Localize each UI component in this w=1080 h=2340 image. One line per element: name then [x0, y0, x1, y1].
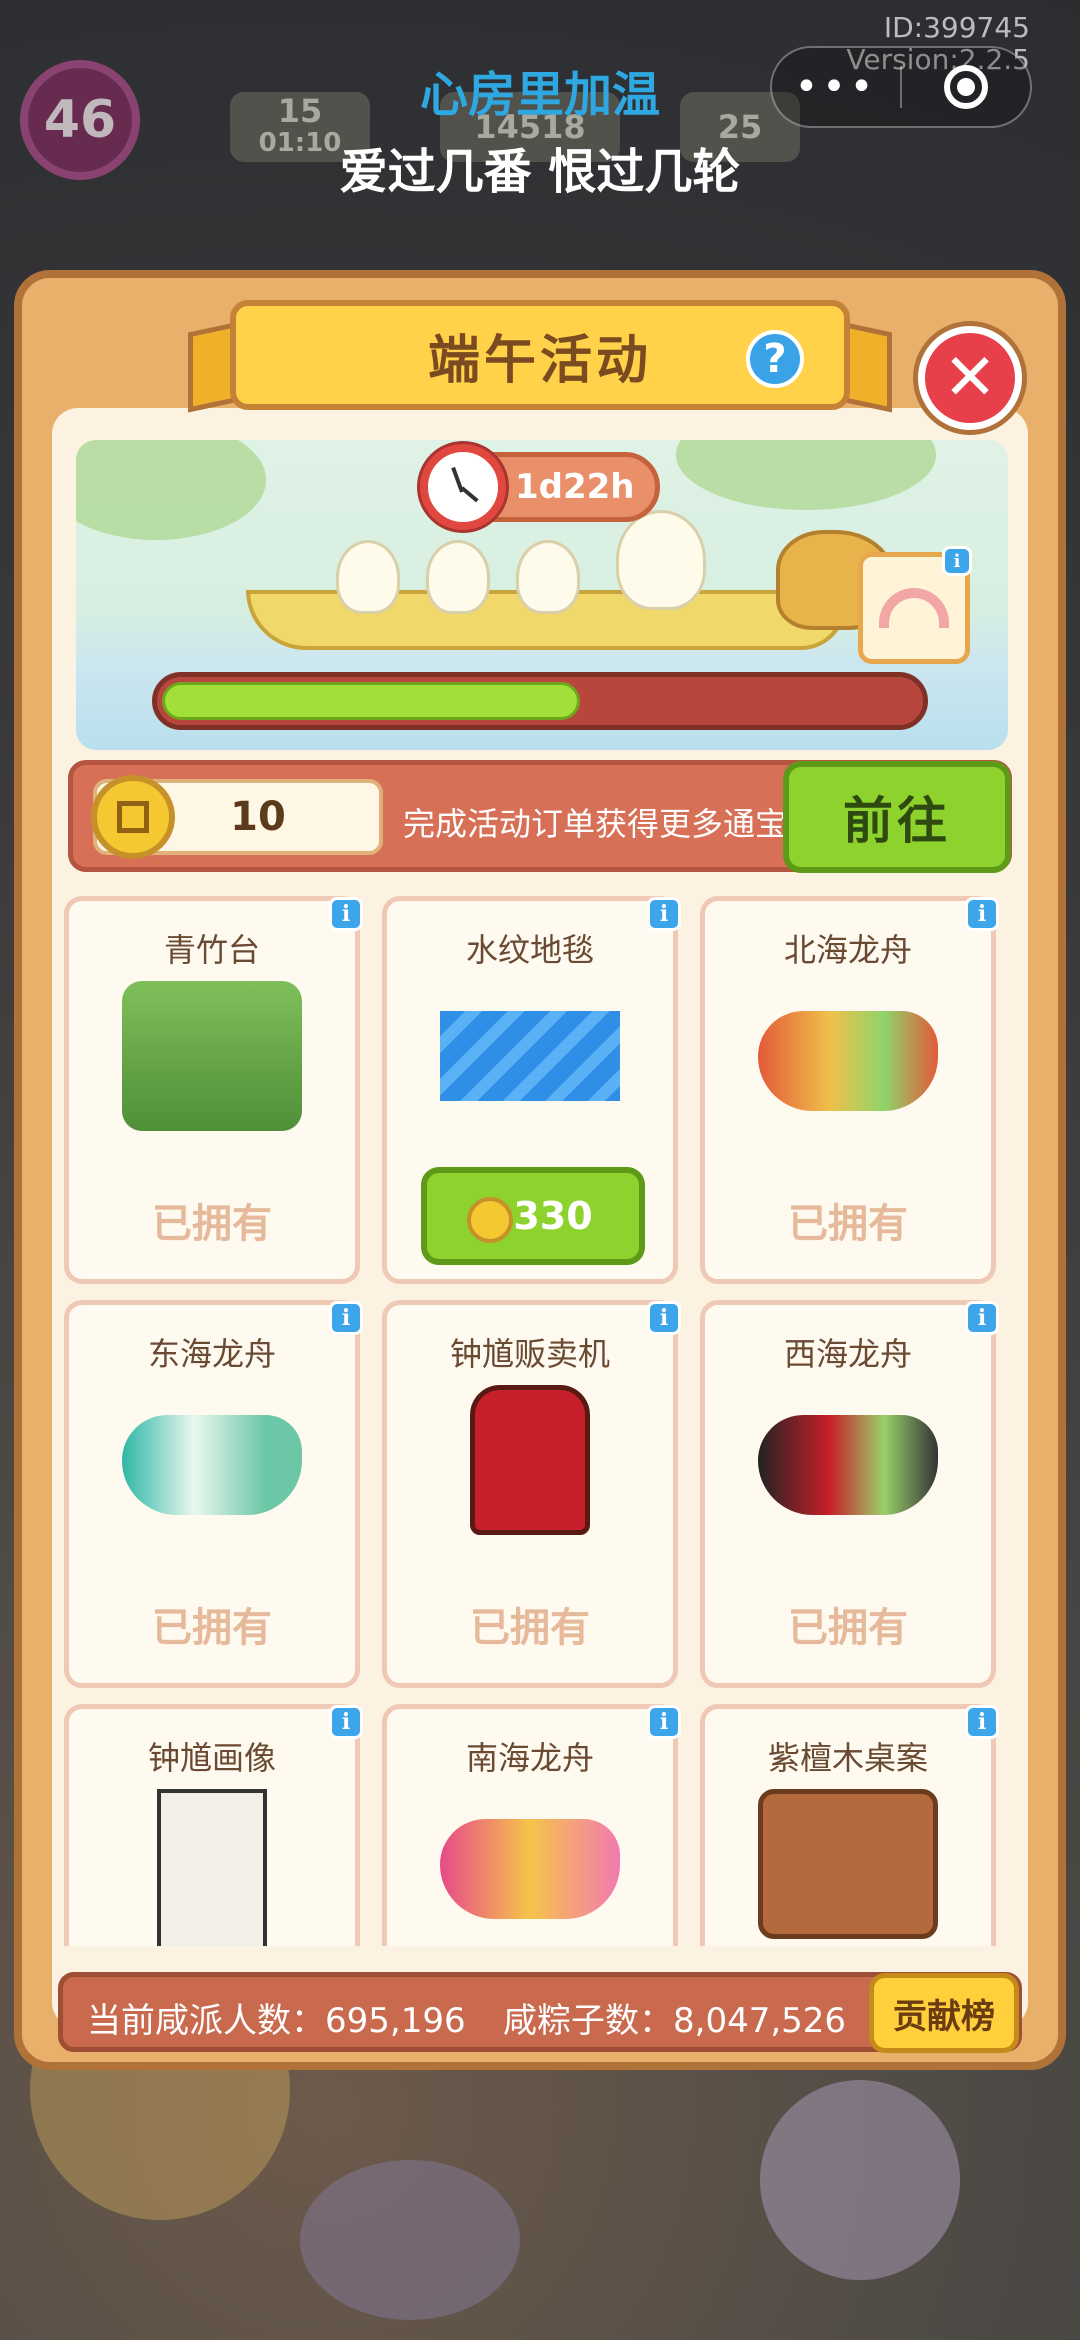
shop-item-card[interactable]: 北海龙舟 i 已拥有 — [700, 896, 999, 1284]
item-name: 青竹台 — [163, 931, 260, 969]
exit-miniprogram-button[interactable] — [902, 65, 1030, 109]
shop-item-card[interactable]: 钟馗贩卖机 i 已拥有 — [382, 1300, 681, 1688]
item-price: 330 — [513, 1194, 593, 1238]
zongzi-rower — [426, 540, 490, 614]
west-sea-dragon-boat-image — [758, 1415, 938, 1515]
zongzi-rower — [616, 510, 706, 610]
event-progress-bar — [152, 672, 928, 730]
event-title-banner: 端午活动 ? — [230, 300, 850, 410]
buy-button[interactable]: 330 — [421, 1167, 645, 1265]
item-name: 西海龙舟 — [783, 1335, 912, 1373]
rosewood-desk-image — [758, 1789, 938, 1939]
info-icon[interactable]: i — [965, 897, 999, 931]
water-carpet-image — [440, 1011, 620, 1101]
event-progress-fill — [162, 682, 580, 720]
song-lyric: 爱过几番 恨过几轮 — [339, 144, 741, 200]
item-name: 钟馗画像 — [147, 1739, 276, 1777]
salty-zongzi-count: 咸粽子数：8,047,526 — [503, 2001, 847, 2041]
clock-icon — [420, 444, 506, 530]
coin-icon — [91, 775, 175, 859]
info-icon[interactable]: i — [329, 897, 363, 931]
info-icon[interactable]: i — [965, 1301, 999, 1335]
shop-item-card[interactable]: 水纹地毯 i 330 — [382, 896, 681, 1284]
question-mark-icon: ? — [763, 336, 787, 382]
shop-item-card[interactable]: 东海龙舟 i 已拥有 — [64, 1300, 363, 1688]
item-name: 东海龙舟 — [147, 1335, 276, 1373]
event-currency-value: 10 — [230, 794, 286, 840]
shop-item-card[interactable]: 紫檀木桌案 i — [700, 1704, 999, 1946]
zongzi-rower — [516, 540, 580, 614]
background-decoration — [760, 2080, 960, 2280]
bamboo-stage-image — [122, 981, 302, 1131]
info-icon[interactable]: i — [329, 1301, 363, 1335]
more-menu-button[interactable]: ••• — [772, 64, 900, 110]
info-icon[interactable]: i — [647, 1301, 681, 1335]
owned-label: 已拥有 — [788, 1605, 908, 1651]
owned-label: 已拥有 — [788, 1201, 908, 1247]
help-button[interactable]: ? — [746, 330, 804, 388]
item-name: 南海龙舟 — [465, 1739, 594, 1777]
info-icon[interactable]: i — [647, 897, 681, 931]
zhongkui-portrait-image — [157, 1789, 267, 1946]
zongzi-rower — [336, 540, 400, 614]
event-currency-bar: 10 完成活动订单获得更多通宝 前往 — [68, 760, 1012, 873]
item-name: 钟馗贩卖机 — [449, 1335, 610, 1373]
coin-icon — [467, 1197, 513, 1243]
bridge-reward-icon — [879, 588, 949, 628]
item-name: 紫檀木桌案 — [767, 1739, 928, 1777]
shop-item-card[interactable]: 西海龙舟 i 已拥有 — [700, 1300, 999, 1688]
salty-faction-count: 当前咸派人数：695,196 — [87, 2001, 466, 2041]
event-title: 端午活动 — [427, 330, 652, 391]
scene-foliage — [676, 440, 936, 510]
event-timer-text: 1d22h — [515, 467, 635, 507]
south-sea-dragon-boat-image — [440, 1819, 620, 1919]
item-name: 北海龙舟 — [783, 931, 912, 969]
player-id: ID:399745 — [883, 11, 1030, 44]
info-icon[interactable]: i — [329, 1705, 363, 1739]
zhongkui-vending-machine-image — [470, 1385, 590, 1535]
close-icon: ✕ — [943, 341, 997, 415]
shop-item-card[interactable]: 南海龙舟 i — [382, 1704, 681, 1946]
miniprogram-capsule: ••• — [770, 46, 1032, 128]
close-button[interactable]: ✕ — [918, 326, 1022, 430]
owned-label: 已拥有 — [152, 1201, 272, 1247]
currency-hint: 完成活动订单获得更多通宝 — [403, 805, 788, 843]
owned-label: 已拥有 — [470, 1605, 590, 1651]
info-icon[interactable]: i — [647, 1705, 681, 1739]
background-decoration — [300, 2160, 520, 2320]
go-button[interactable]: 前往 — [783, 761, 1011, 873]
scene-foliage — [76, 440, 266, 540]
north-sea-dragon-boat-image — [758, 1011, 938, 1111]
event-stats-bar: 当前咸派人数：695,196 咸粽子数：8,047,526 贡献榜 — [58, 1972, 1022, 2053]
info-icon[interactable]: i — [965, 1705, 999, 1739]
contribution-rank-button[interactable]: 贡献榜 — [869, 1973, 1019, 2053]
info-icon[interactable]: i — [942, 546, 972, 576]
target-icon — [943, 65, 988, 109]
shop-item-card[interactable]: 钟馗画像 i — [64, 1704, 363, 1946]
owned-label: 已拥有 — [152, 1605, 272, 1651]
east-sea-dragon-boat-image — [122, 1415, 302, 1515]
shop-item-card[interactable]: 青竹台 i 已拥有 — [64, 896, 363, 1284]
event-shop-grid: 青竹台 i 已拥有 水纹地毯 i 330 北海龙舟 i 已拥有 东海龙舟 i 已… — [64, 896, 1014, 1946]
item-name: 水纹地毯 — [465, 931, 594, 969]
